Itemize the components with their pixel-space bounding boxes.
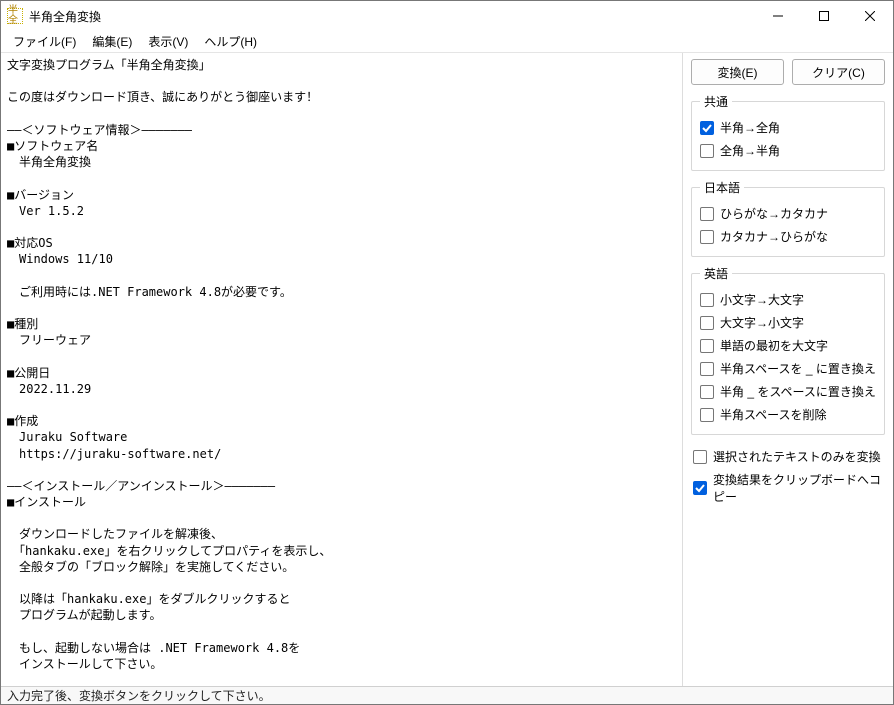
titlebar: 半全 半角全角変換 [1,1,893,31]
text-editor[interactable]: 文字変換プログラム「半角全角変換」 この度はダウンロード頂き、誠にありがとう御座… [1,53,683,686]
check-label: 大文字→小文字 [720,314,804,331]
checkbox-icon [700,385,714,399]
check-label: カタカナ→ひらがな [720,228,828,245]
check-selected-only[interactable]: 選択されたテキストのみを変換 [693,445,883,468]
window-title: 半角全角変換 [29,8,101,25]
check-label: 小文字→大文字 [720,291,804,308]
checkbox-icon [700,339,714,353]
check-remove-space[interactable]: 半角スペースを削除 [700,403,876,426]
menu-file[interactable]: ファイル(F) [5,31,84,52]
minimize-button[interactable] [755,1,801,31]
check-initial-upper[interactable]: 単語の最初を大文字 [700,334,876,357]
status-text: 入力完了後、変換ボタンをクリックして下さい。 [7,687,271,704]
check-label: 半角スペースを削除 [720,406,827,423]
check-upper-to-lower[interactable]: 大文字→小文字 [700,311,876,334]
check-label: ひらがな→カタカナ [720,205,828,222]
checkbox-icon [700,144,714,158]
check-label: 半角 _ をスペースに置き換え [720,383,876,400]
check-lower-to-upper[interactable]: 小文字→大文字 [700,288,876,311]
checkbox-icon [700,362,714,376]
group-common: 共通 半角→全角 全角→半角 [691,93,885,171]
check-kata-to-hira[interactable]: カタカナ→ひらがな [700,225,876,248]
maximize-button[interactable] [801,1,847,31]
check-label: 選択されたテキストのみを変換 [713,448,881,465]
group-english: 英語 小文字→大文字 大文字→小文字 単語の最初を大文字 半角スペースを _ に… [691,265,885,435]
check-label: 全角→半角 [720,142,780,159]
check-label: 単語の最初を大文字 [720,337,828,354]
check-label: 半角スペースを _ に置き換え [720,360,876,377]
group-english-legend: 英語 [700,265,732,282]
checkbox-icon [700,316,714,330]
convert-button[interactable]: 変換(E) [691,59,784,85]
status-bar: 入力完了後、変換ボタンをクリックして下さい。 [1,686,893,704]
group-japanese-legend: 日本語 [700,179,744,196]
checkbox-icon [700,121,714,135]
checkbox-icon [700,408,714,422]
group-common-legend: 共通 [700,93,732,110]
check-label: 変換結果をクリップボードへコピー [713,471,883,505]
check-han-to-zen[interactable]: 半角→全角 [700,116,876,139]
check-hira-to-kata[interactable]: ひらがな→カタカナ [700,202,876,225]
checkbox-icon [693,481,707,495]
menubar: ファイル(F) 編集(E) 表示(V) ヘルプ(H) [1,31,893,53]
checkbox-icon [693,450,707,464]
clear-button[interactable]: クリア(C) [792,59,885,85]
check-label: 半角→全角 [720,119,780,136]
close-button[interactable] [847,1,893,31]
side-panel: 変換(E) クリア(C) 共通 半角→全角 全角→半角 日本語 ひらがな→カタカ… [683,53,893,686]
main-area: 文字変換プログラム「半角全角変換」 この度はダウンロード頂き、誠にありがとう御座… [1,53,893,686]
check-space-to-underscore[interactable]: 半角スペースを _ に置き換え [700,357,876,380]
checkbox-icon [700,293,714,307]
check-copy-clipboard[interactable]: 変換結果をクリップボードへコピー [693,468,883,508]
checkbox-icon [700,207,714,221]
menu-edit[interactable]: 編集(E) [84,31,140,52]
menu-help[interactable]: ヘルプ(H) [196,31,265,52]
group-japanese: 日本語 ひらがな→カタカナ カタカナ→ひらがな [691,179,885,257]
check-zen-to-han[interactable]: 全角→半角 [700,139,876,162]
checkbox-icon [700,230,714,244]
window-controls [755,1,893,31]
app-icon: 半全 [7,8,23,24]
menu-view[interactable]: 表示(V) [140,31,196,52]
check-underscore-to-space[interactable]: 半角 _ をスペースに置き換え [700,380,876,403]
